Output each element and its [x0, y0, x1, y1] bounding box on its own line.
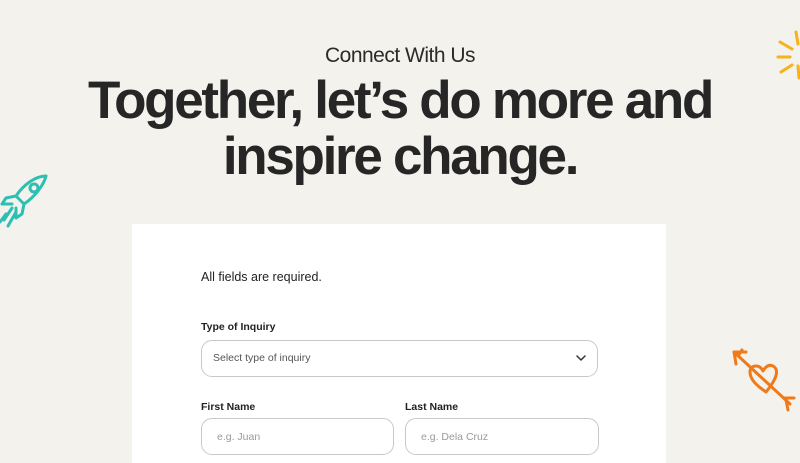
- section-eyebrow: Connect With Us: [324, 44, 476, 67]
- headline-line-1: Together, let’s do more and: [87, 71, 714, 130]
- inquiry-type-placeholder: Select type of inquiry: [213, 352, 311, 364]
- sun-icon: [776, 30, 800, 80]
- chevron-down-icon: [576, 355, 586, 361]
- contact-form-card: All fields are required. Type of Inquiry…: [132, 224, 666, 463]
- page-headline: Together, let’s do more and inspire chan…: [0, 73, 800, 185]
- last-name-field[interactable]: [405, 418, 599, 455]
- contact-page: Connect With Us Together, let’s do more …: [0, 0, 800, 463]
- headline-line-2: inspire change.: [222, 127, 580, 186]
- required-note: All fields are required.: [201, 270, 322, 284]
- rocket-icon: [0, 174, 48, 228]
- heart-arrow-icon: [732, 348, 796, 412]
- inquiry-type-select[interactable]: Select type of inquiry: [201, 340, 598, 377]
- first-name-field[interactable]: [201, 418, 394, 455]
- inquiry-type-label: Type of Inquiry: [201, 321, 276, 333]
- last-name-label: Last Name: [405, 401, 459, 413]
- first-name-label: First Name: [201, 401, 256, 413]
